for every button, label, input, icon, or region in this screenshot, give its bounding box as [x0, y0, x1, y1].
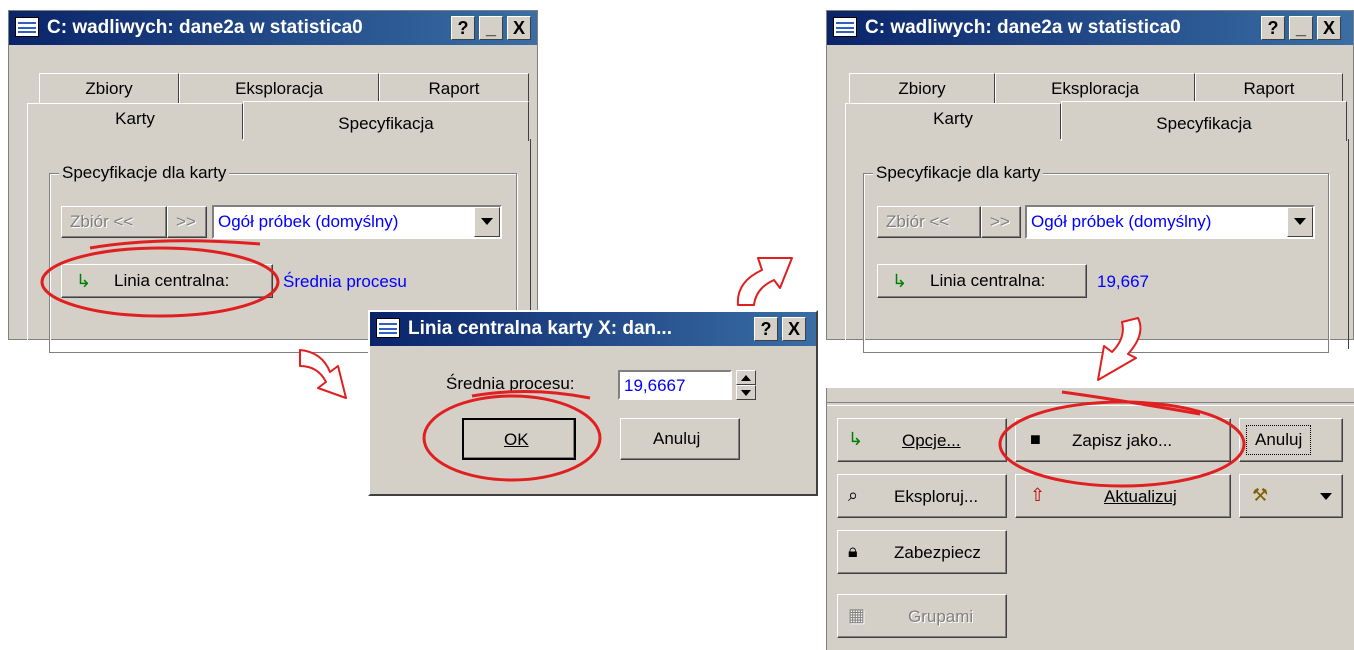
- chevron-down-icon: [1320, 493, 1332, 500]
- close-button[interactable]: X: [507, 16, 531, 40]
- dialog-title: Linia centralna karty X: dan...: [408, 318, 672, 339]
- minimize-button[interactable]: _: [1289, 16, 1313, 40]
- prev-set-button[interactable]: Zbiór <<: [877, 206, 981, 238]
- spin-down-button[interactable]: [736, 385, 756, 400]
- next-set-button[interactable]: >>: [981, 206, 1021, 238]
- options-button[interactable]: ↳ Opcje...: [837, 418, 1007, 462]
- dialog-cancel-button[interactable]: Anuluj: [620, 418, 740, 460]
- close-button[interactable]: X: [782, 317, 806, 341]
- tab-specyfikacja[interactable]: Specyfikacja: [243, 101, 529, 141]
- group-label: Specyfikacje dla karty: [59, 163, 230, 183]
- minimize-button[interactable]: _: [479, 16, 503, 40]
- spec-group: [863, 173, 1329, 353]
- spin-up-button[interactable]: [736, 370, 756, 385]
- tab-raport[interactable]: Raport: [1195, 73, 1343, 103]
- dialog-titlebar[interactable]: Linia centralna karty X: dan... ? X: [370, 312, 816, 346]
- left-window-title: C: wadliwych: dane2a w statistica0: [47, 17, 363, 38]
- separator: [827, 402, 1354, 406]
- right-window-title: C: wadliwych: dane2a w statistica0: [865, 17, 1181, 38]
- explore-button[interactable]: ⌕ Eksploruj...: [837, 474, 1007, 518]
- arrow-into-icon: ↳: [892, 271, 908, 291]
- mean-input[interactable]: 19,6667: [618, 370, 732, 400]
- save-as-button[interactable]: ■ Zapisz jako...: [1015, 418, 1231, 462]
- prev-set-button[interactable]: Zbiór <<: [61, 206, 167, 238]
- right-window-titlebar[interactable]: C: wadliwych: dane2a w statistica0 ? _ X: [827, 11, 1353, 45]
- sample-select[interactable]: Ogół próbek (domyślny): [1025, 205, 1315, 239]
- floppy-disk-icon: ■: [1030, 429, 1041, 449]
- tab-zbiory[interactable]: Zbiory: [39, 73, 179, 103]
- close-button[interactable]: X: [1317, 16, 1341, 40]
- ok-button[interactable]: OK: [462, 418, 576, 460]
- update-button[interactable]: ⇧ Aktualizuj: [1015, 474, 1231, 518]
- chevron-down-icon[interactable]: [474, 207, 500, 237]
- grid-icon: ▦: [848, 605, 866, 625]
- groups-button[interactable]: ▦ Grupami: [837, 594, 1007, 638]
- sample-select-value: Ogół próbek (domyślny): [1031, 212, 1212, 231]
- next-set-button[interactable]: >>: [167, 206, 207, 238]
- lock-button[interactable]: 🔒︎ Zabezpiecz: [837, 530, 1007, 574]
- padlock-icon: 🔒︎: [848, 541, 858, 561]
- center-line-value: Średnia procesu: [283, 272, 407, 291]
- help-button[interactable]: ?: [1261, 16, 1285, 40]
- mean-label: Średnia procesu:: [446, 374, 575, 393]
- cancel-button[interactable]: Anuluj: [1239, 418, 1343, 462]
- tab-karty[interactable]: Karty: [27, 103, 243, 139]
- tab-specyfikacja[interactable]: Specyfikacja: [1061, 101, 1347, 141]
- magnifier-icon: ⌕: [848, 485, 859, 505]
- tools-dropdown-button[interactable]: ⚒: [1239, 474, 1343, 518]
- tab-eksploracja[interactable]: Eksploracja: [179, 73, 379, 103]
- chevron-down-icon[interactable]: [1287, 207, 1313, 237]
- help-button[interactable]: ?: [754, 317, 778, 341]
- tab-karty[interactable]: Karty: [845, 103, 1061, 139]
- hammer-icon: ⚒: [1252, 485, 1269, 505]
- arrow-into-icon: ↳: [76, 271, 92, 291]
- center-line-value: 19,667: [1097, 272, 1149, 291]
- chart-app-icon: [833, 17, 857, 37]
- right-button-panel: ↳ Opcje... ■ Zapisz jako... Anuluj ⌕ Eks…: [826, 388, 1354, 650]
- left-window-titlebar[interactable]: C: wadliwych: dane2a w statistica0 ? _ X: [9, 11, 537, 45]
- tab-raport[interactable]: Raport: [379, 73, 529, 103]
- chart-app-icon: [15, 17, 39, 37]
- sample-select-value: Ogół próbek (domyślny): [218, 212, 399, 231]
- arrow-up-right-icon: [736, 257, 793, 306]
- chart-app-icon: [376, 318, 400, 338]
- center-line-button[interactable]: ↳ Linia centralna:: [877, 264, 1087, 298]
- left-window: C: wadliwych: dane2a w statistica0 ? _ X…: [8, 10, 538, 353]
- arrow-down-right-icon: [299, 349, 347, 399]
- help-button[interactable]: ?: [451, 16, 475, 40]
- mean-input-value: 19,6667: [624, 376, 686, 395]
- center-line-dialog: Linia centralna karty X: dan... ? X Śred…: [368, 310, 818, 496]
- tab-eksploracja[interactable]: Eksploracja: [995, 73, 1195, 103]
- tab-zbiory[interactable]: Zbiory: [849, 73, 995, 103]
- center-line-button[interactable]: ↳ Linia centralna:: [61, 264, 273, 298]
- group-label: Specyfikacje dla karty: [873, 163, 1044, 183]
- right-window: C: wadliwych: dane2a w statistica0 ? _ X…: [826, 10, 1354, 353]
- arrow-into-icon: ↳: [848, 429, 864, 449]
- up-arrow-icon: ⇧: [1030, 485, 1046, 505]
- sample-select[interactable]: Ogół próbek (domyślny): [212, 205, 502, 239]
